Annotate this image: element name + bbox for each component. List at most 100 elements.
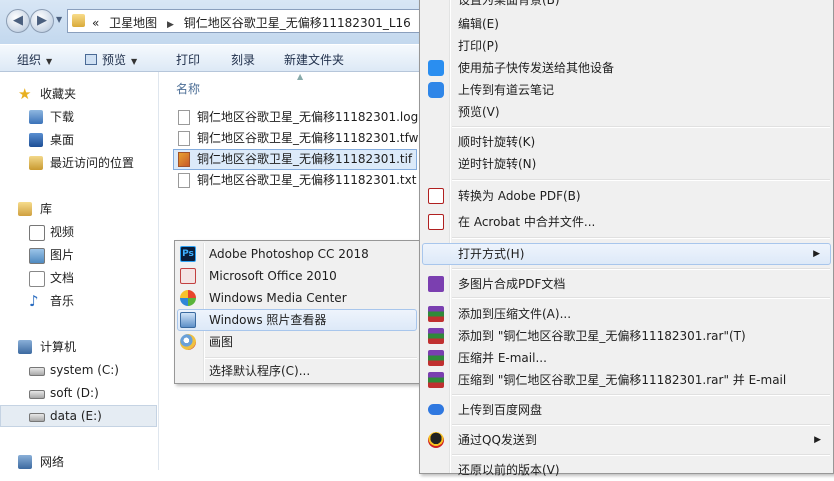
file-tfw[interactable]: 铜仁地区谷歌卫星_无偏移11182301.tfw xyxy=(173,128,418,149)
nav-label: data (E:) xyxy=(50,409,102,423)
nav-pictures[interactable]: 图片 xyxy=(0,244,158,266)
menu-upload-youdao[interactable]: 上传到有道云笔记 xyxy=(422,79,831,101)
nav-drive-d[interactable]: soft (D:) xyxy=(0,382,158,404)
video-icon xyxy=(29,225,45,241)
open-with-media-center[interactable]: Windows Media Center xyxy=(177,287,417,309)
menu-preview[interactable]: 预览(V) xyxy=(422,101,831,123)
nav-label: system (C:) xyxy=(50,363,119,377)
menu-item-label: 还原以前的版本(V) xyxy=(458,463,560,477)
photoshop-icon: Ps xyxy=(180,246,196,262)
drive-icon xyxy=(29,367,45,376)
menu-separator xyxy=(452,126,830,128)
address-path[interactable]: « 卫星地图 ▶ 铜仁地区谷歌卫星_无偏移11182301_L16 xyxy=(92,14,411,31)
open-with-photoshop[interactable]: Ps Adobe Photoshop CC 2018 xyxy=(177,243,417,265)
computer-icon xyxy=(18,340,32,354)
menu-compress-rar-email[interactable]: 压缩到 "铜仁地区谷歌卫星_无偏移11182301.rar" 并 E-mail xyxy=(422,369,831,391)
folder-icon xyxy=(72,14,85,27)
menu-upload-baidu[interactable]: 上传到百度网盘 xyxy=(422,399,831,421)
winrar-icon xyxy=(428,372,444,388)
address-prefix[interactable]: « xyxy=(92,16,99,30)
sort-ascending-icon: ▲ xyxy=(297,72,304,81)
menu-item-label: 设置为桌面背景(B) xyxy=(458,0,560,7)
address-bar[interactable]: « 卫星地图 ▶ 铜仁地区谷歌卫星_无偏移11182301_L16 xyxy=(67,9,427,33)
menu-merge-images-pdf[interactable]: 多图片合成PDF文档 xyxy=(422,273,831,295)
menu-open-with[interactable]: 打开方式(H) ▶ xyxy=(422,243,831,265)
file-name: 铜仁地区谷歌卫星_无偏移11182301.txt xyxy=(197,173,417,187)
menu-edit[interactable]: 编辑(E) xyxy=(422,13,831,35)
office-picture-manager-icon xyxy=(180,268,196,284)
nav-drive-e[interactable]: data (E:) xyxy=(0,405,157,427)
nav-label: 音乐 xyxy=(50,294,75,308)
menu-send-qiezi[interactable]: 使用茄子快传发送给其他设备 xyxy=(422,57,831,79)
menu-item-label: 通过QQ发送到 xyxy=(458,433,537,447)
desktop-icon xyxy=(29,133,43,147)
forward-button[interactable]: ▶ xyxy=(30,9,54,33)
back-button[interactable]: ◀ xyxy=(6,9,30,33)
nav-desktop[interactable]: 桌面 xyxy=(0,129,158,151)
menu-item-label: 添加到 "铜仁地区谷歌卫星_无偏移11182301.rar"(T) xyxy=(458,329,746,343)
menu-rotate-counterclockwise[interactable]: 逆时针旋转(N) xyxy=(422,153,831,175)
menu-rotate-clockwise[interactable]: 顺时针旋转(K) xyxy=(422,131,831,153)
menu-send-via-qq[interactable]: 通过QQ发送到 ▶ xyxy=(422,429,831,451)
preview-button[interactable]: 预览 ▼ xyxy=(85,51,137,68)
organize-label: 组织 xyxy=(17,53,42,67)
menu-separator xyxy=(452,297,830,299)
network-icon xyxy=(18,455,32,469)
nav-documents[interactable]: 文档 xyxy=(0,267,158,289)
breadcrumb-separator-icon[interactable]: ▶ xyxy=(167,20,174,30)
menu-item-label: 预览(V) xyxy=(458,105,500,119)
winrar-icon xyxy=(428,328,444,344)
chevron-down-icon: ▼ xyxy=(46,57,53,66)
print-button[interactable]: 打印 xyxy=(176,51,200,68)
breadcrumb-current-folder[interactable]: 铜仁地区谷歌卫星_无偏移11182301_L16 xyxy=(184,16,411,30)
menu-convert-adobe-pdf[interactable]: 转换为 Adobe PDF(B) xyxy=(422,185,831,207)
menu-restore-previous-versions[interactable]: 还原以前的版本(V) xyxy=(422,459,831,481)
menu-add-to-rar[interactable]: 添加到 "铜仁地区谷歌卫星_无偏移11182301.rar"(T) xyxy=(422,325,831,347)
menu-item-label: 添加到压缩文件(A)... xyxy=(458,307,572,321)
nav-downloads[interactable]: 下载 xyxy=(0,106,158,128)
open-with-office[interactable]: Microsoft Office 2010 xyxy=(177,265,417,287)
windows-media-center-icon xyxy=(180,290,196,306)
new-folder-button[interactable]: 新建文件夹 xyxy=(284,51,344,68)
menu-item-label: Windows 照片查看器 xyxy=(209,313,327,327)
menu-add-to-archive[interactable]: 添加到压缩文件(A)... xyxy=(422,303,831,325)
menu-print[interactable]: 打印(P) xyxy=(422,35,831,57)
burn-button[interactable]: 刻录 xyxy=(231,51,255,68)
nav-music[interactable]: ♪ 音乐 xyxy=(0,290,158,312)
command-toolbar: 组织 ▼ 预览 ▼ 打印 刻录 新建文件夹 xyxy=(0,44,420,72)
drive-icon xyxy=(29,390,45,399)
recent-pages-dropdown-icon[interactable]: ▼ xyxy=(56,15,64,25)
recent-places-icon xyxy=(29,156,43,170)
nav-drive-c[interactable]: system (C:) xyxy=(0,359,158,381)
file-txt[interactable]: 铜仁地区谷歌卫星_无偏移11182301.txt xyxy=(173,170,417,191)
open-with-paint[interactable]: 画图 xyxy=(177,331,417,353)
file-tif[interactable]: 铜仁地区谷歌卫星_无偏移11182301.tif xyxy=(173,149,417,170)
open-with-photo-viewer[interactable]: Windows 照片查看器 xyxy=(177,309,417,331)
nav-libraries[interactable]: 库 xyxy=(0,198,158,220)
right-triangle-icon: ▶ xyxy=(813,249,820,259)
nav-label: 下载 xyxy=(50,110,75,124)
file-name: 铜仁地区谷歌卫星_无偏移11182301.log xyxy=(197,110,419,124)
paint-icon xyxy=(180,334,196,350)
column-header-name[interactable]: 名称 xyxy=(176,80,200,97)
choose-default-program[interactable]: 选择默认程序(C)... xyxy=(177,360,417,382)
menu-item-label: Microsoft Office 2010 xyxy=(209,269,337,283)
library-icon xyxy=(18,202,32,216)
nav-favorites[interactable]: ★ 收藏夹 xyxy=(0,83,158,105)
menu-set-desktop-background[interactable]: 设置为桌面背景(B) xyxy=(422,0,831,11)
nav-videos[interactable]: 视频 xyxy=(0,221,158,243)
image-to-pdf-icon xyxy=(428,276,444,292)
menu-acrobat-merge[interactable]: 在 Acrobat 中合并文件... xyxy=(422,211,831,233)
menu-item-label: 压缩并 E-mail... xyxy=(458,351,547,365)
menu-separator xyxy=(452,454,830,456)
file-log[interactable]: 铜仁地区谷歌卫星_无偏移11182301.log xyxy=(173,107,419,128)
breadcrumb-satellite-maps[interactable]: 卫星地图 xyxy=(109,16,157,30)
menu-item-label: 编辑(E) xyxy=(458,17,499,31)
organize-button[interactable]: 组织 ▼ xyxy=(17,51,52,68)
menu-compress-email[interactable]: 压缩并 E-mail... xyxy=(422,347,831,369)
nav-recent[interactable]: 最近访问的位置 xyxy=(0,152,158,174)
pictures-icon xyxy=(29,248,45,264)
nav-computer[interactable]: 计算机 xyxy=(0,336,158,358)
adobe-pdf-icon xyxy=(428,188,444,204)
nav-label: 计算机 xyxy=(40,340,77,354)
